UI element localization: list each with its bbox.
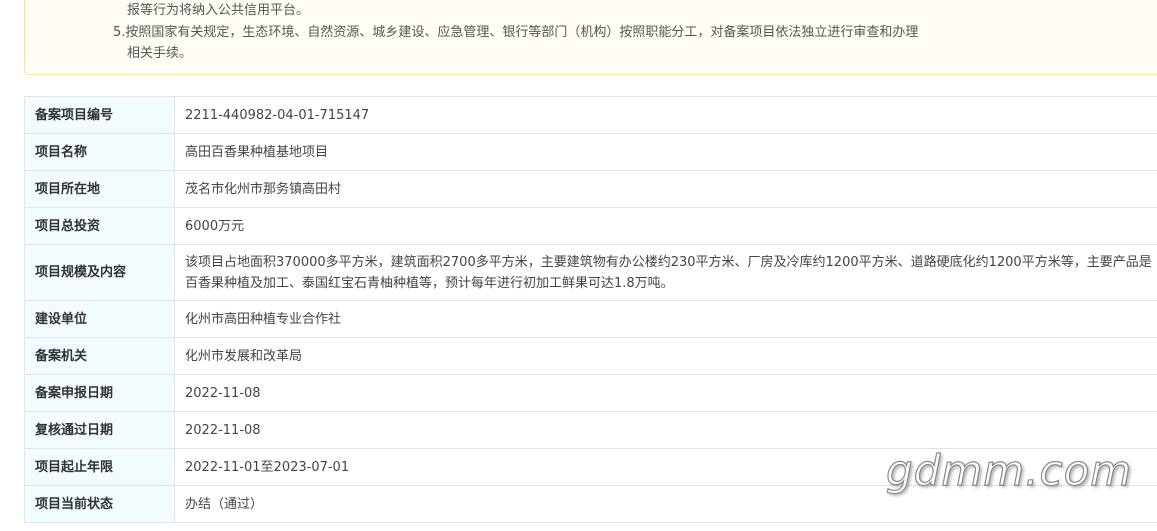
table-row: 项目总投资 6000万元 [24,207,1157,245]
table-row: 备案机关 化州市发展和改革局 [24,337,1157,375]
row-label: 项目规模及内容 [24,244,175,301]
table-row: 备案申报日期 2022-11-08 [24,374,1157,412]
row-label: 备案项目编号 [24,96,175,134]
table-row: 项目名称 高田百香果种植基地项目 [24,133,1157,171]
notice-box: 报等行为将纳入公共信用平台。 5.按照国家有关规定，生态环境、自然资源、城乡建设… [24,0,1157,75]
row-value: 2211-440982-04-01-715147 [174,96,1157,134]
row-value: 高田百香果种植基地项目 [174,133,1157,171]
row-value: 该项目占地面积370000多平方米，建筑面积2700多平方米，主要建筑物有办公楼… [174,244,1157,301]
table-row: 复核通过日期 2022-11-08 [24,411,1157,449]
table-row: 建设单位 化州市高田种植专业合作社 [24,300,1157,338]
row-value: 化州市发展和改革局 [174,337,1157,375]
row-value: 2022-11-08 [174,374,1157,412]
row-value: 茂名市化州市那务镇高田村 [174,170,1157,208]
row-value: 6000万元 [174,207,1157,245]
row-label: 备案机关 [24,337,175,375]
notice-line-2: 5.按照国家有关规定，生态环境、自然资源、城乡建设、应急管理、银行等部门（机构）… [113,25,919,40]
row-value: 化州市高田种植专业合作社 [174,300,1157,338]
page: 报等行为将纳入公共信用平台。 5.按照国家有关规定，生态环境、自然资源、城乡建设… [0,0,1157,531]
row-value: 2022-11-08 [174,411,1157,449]
row-label: 建设单位 [24,300,175,338]
row-label: 项目名称 [24,133,175,171]
row-label: 复核通过日期 [24,411,175,449]
table-row: 项目规模及内容 该项目占地面积370000多平方米，建筑面积2700多平方米，主… [24,244,1157,301]
row-label: 项目当前状态 [24,485,175,523]
table-row: 备案项目编号 2211-440982-04-01-715147 [24,96,1157,134]
row-label: 项目所在地 [24,170,175,208]
row-label: 项目总投资 [24,207,175,245]
notice-line-3: 相关手续。 [127,46,193,61]
row-label: 项目起止年限 [24,448,175,486]
row-label: 备案申报日期 [24,374,175,412]
notice-line-1: 报等行为将纳入公共信用平台。 [127,3,310,18]
watermark-logo: gdmm.com [885,445,1133,495]
table-row: 项目所在地 茂名市化州市那务镇高田村 [24,170,1157,208]
